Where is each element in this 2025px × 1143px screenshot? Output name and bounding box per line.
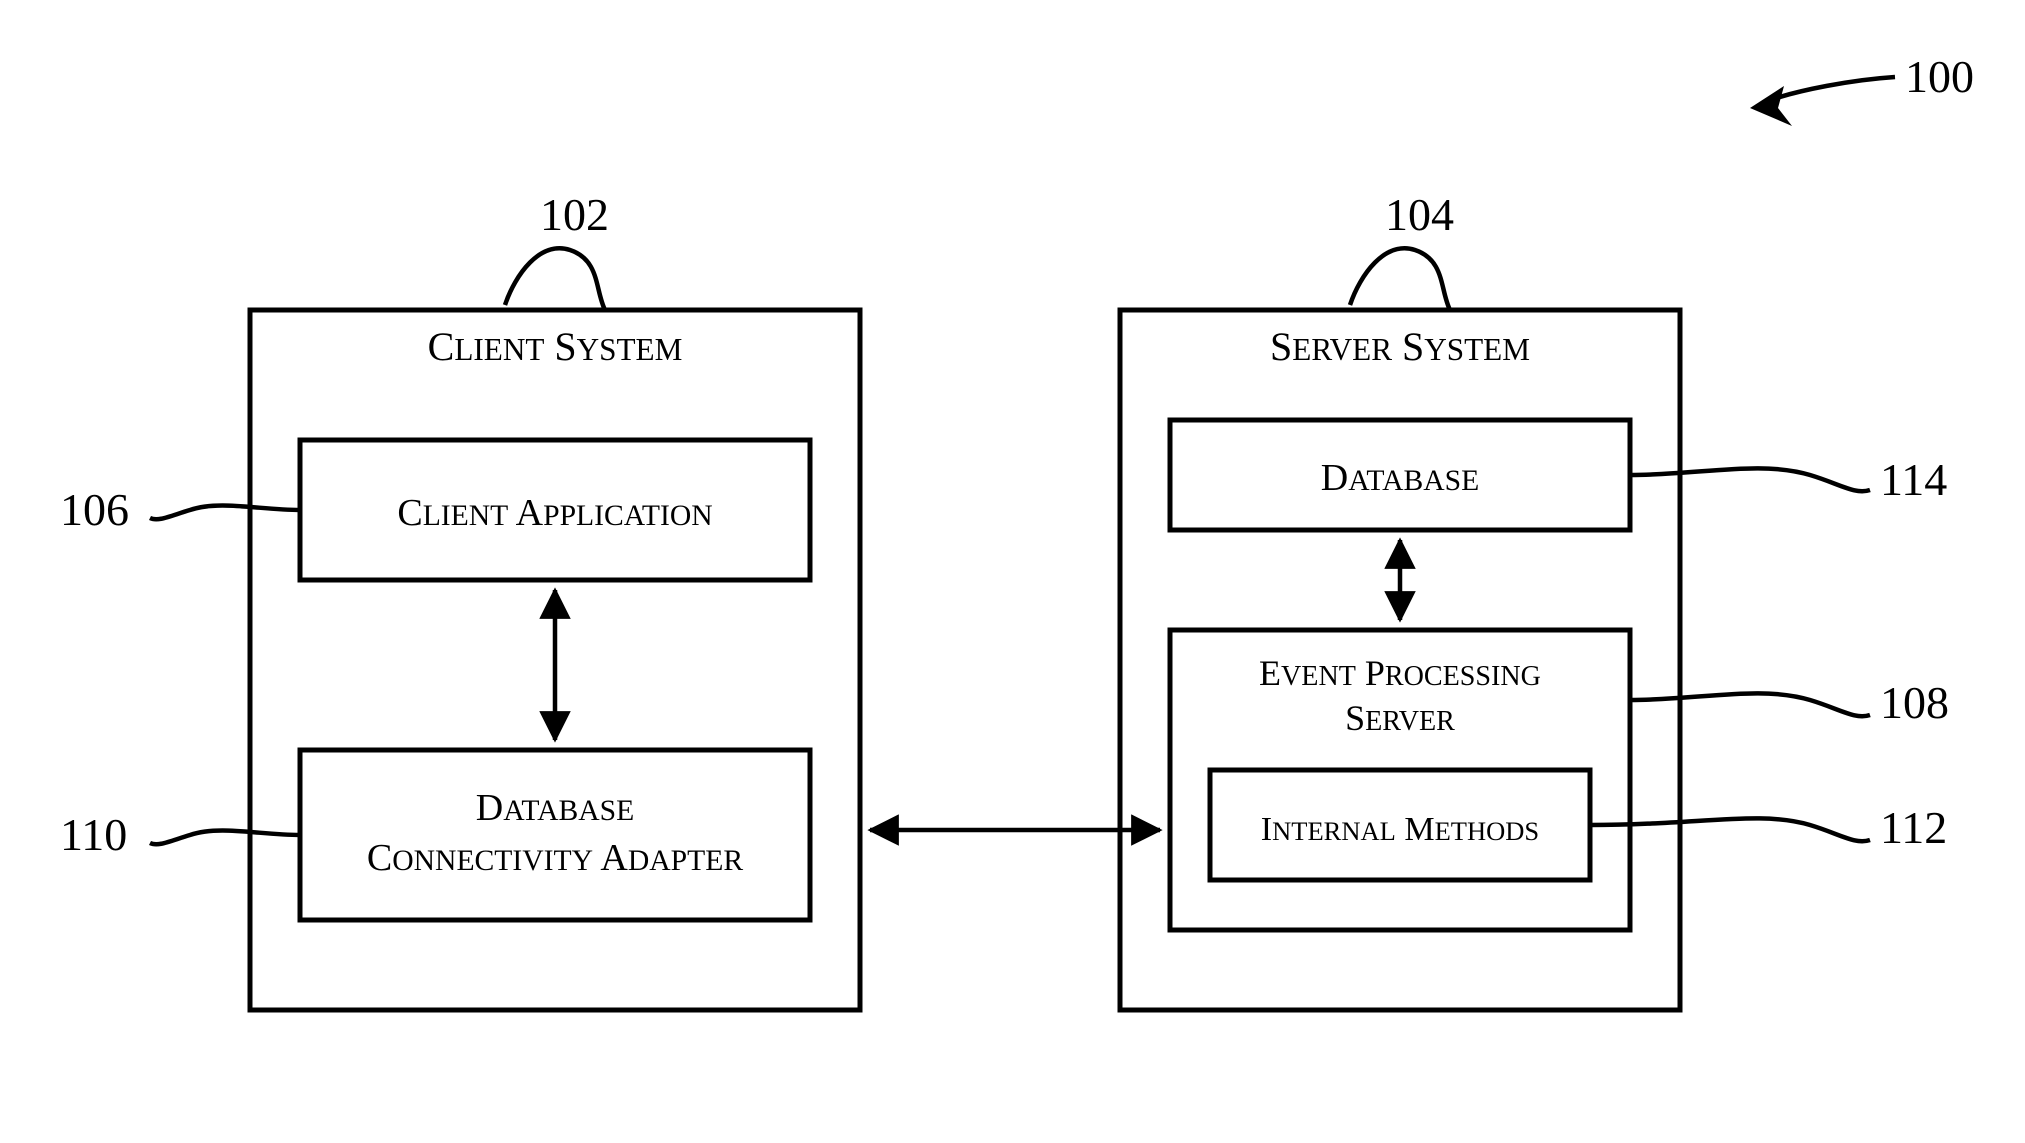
server-system: SERVER SYSTEM 104 DATABASE 114 EVENT PRO… <box>1120 189 1949 1010</box>
ref-112: 112 <box>1880 802 1947 853</box>
ref-108: 108 <box>1880 677 1949 728</box>
ref-tick-102 <box>505 248 605 310</box>
internal-methods-label: INTERNAL METHODS <box>1261 811 1539 848</box>
figure-ref-pointer: 100 <box>1750 51 1974 126</box>
ref-104: 104 <box>1385 189 1454 240</box>
connectivity-adapter <box>300 750 810 920</box>
ref-110: 110 <box>60 809 127 860</box>
ref-106: 106 <box>60 484 129 535</box>
ref-102: 102 <box>540 189 609 240</box>
client-system: CLIENT SYSTEM 102 CLIENT APPLICATION 106… <box>60 189 860 1010</box>
ref-114: 114 <box>1880 454 1947 505</box>
figure-ref: 100 <box>1905 51 1974 102</box>
ref-tick-104 <box>1350 248 1450 310</box>
